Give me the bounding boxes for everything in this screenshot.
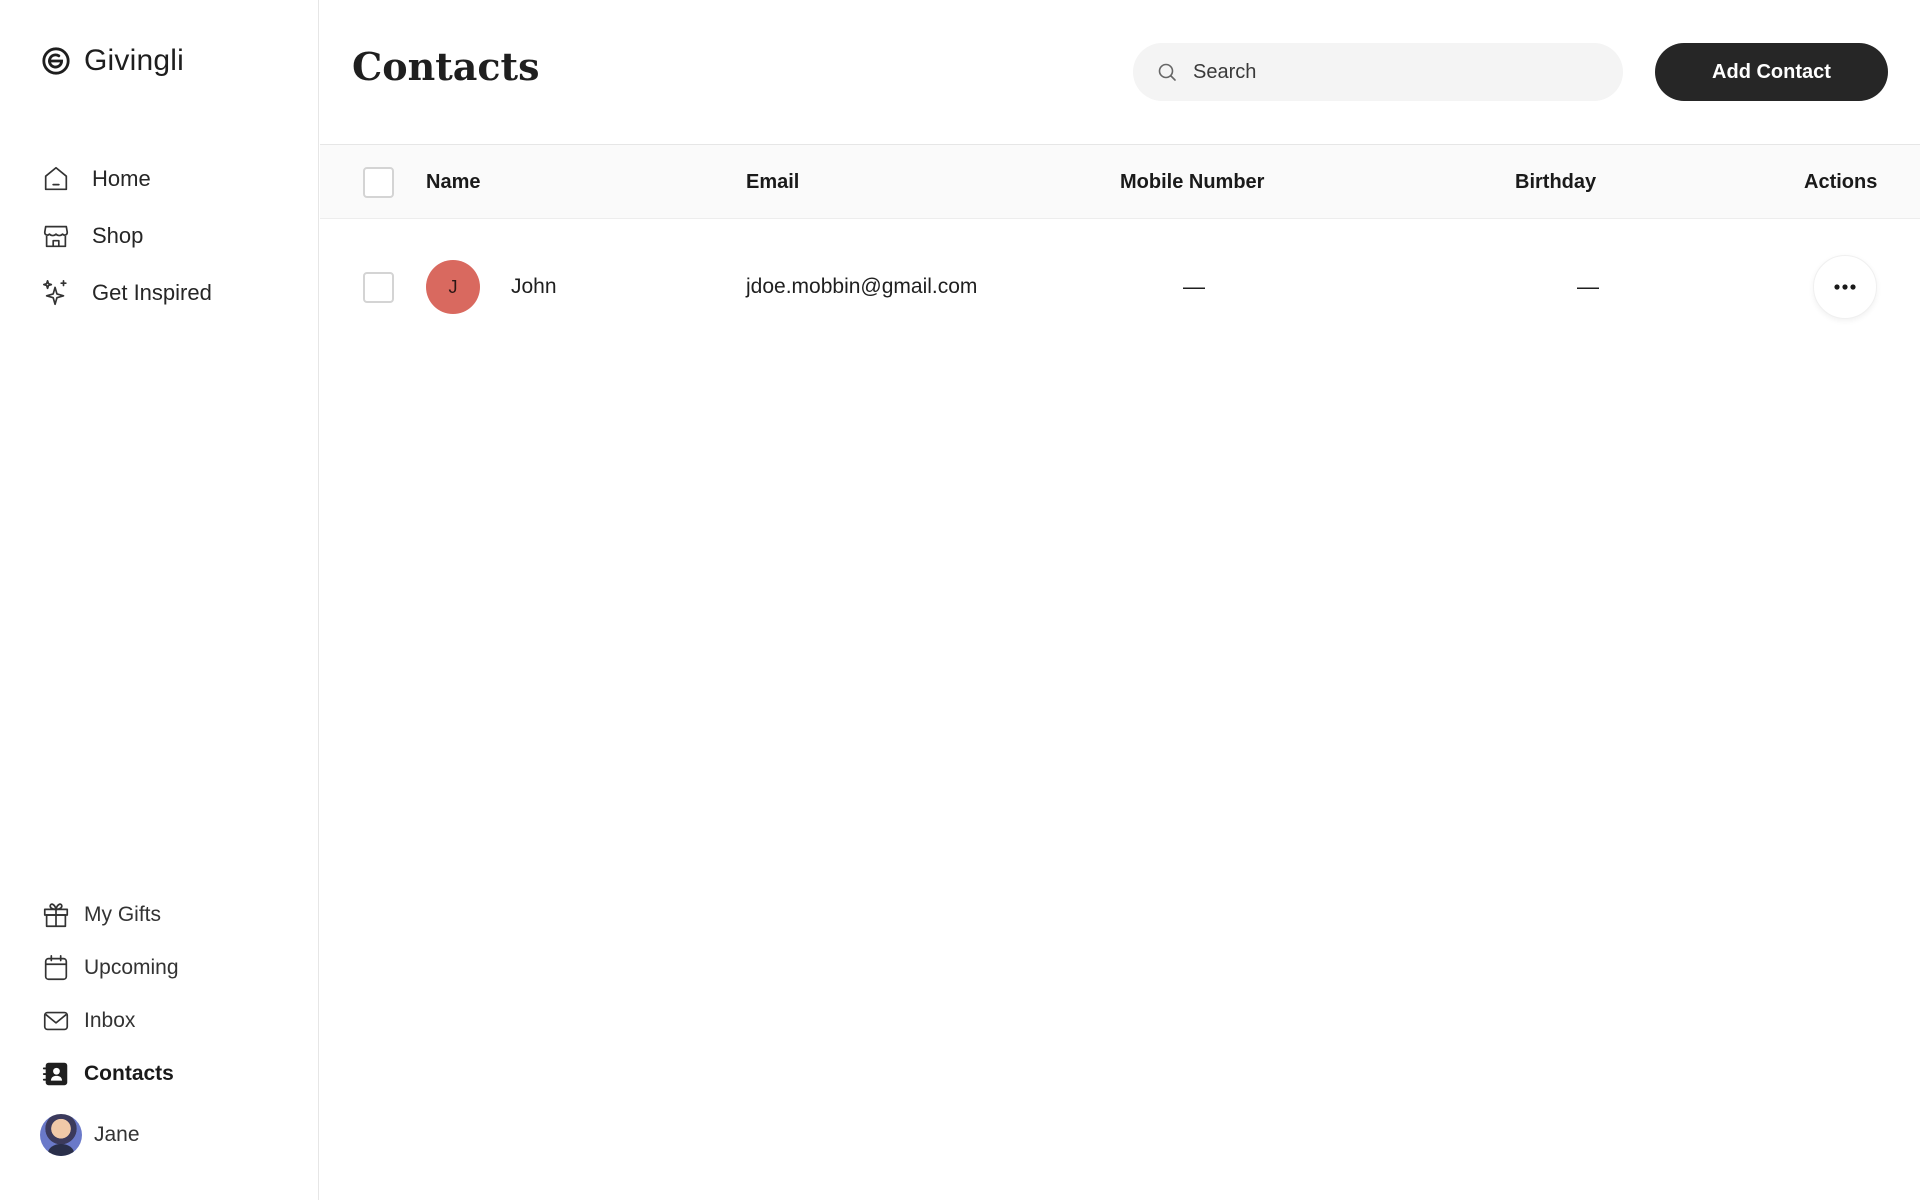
avatar (40, 1114, 82, 1156)
select-all-checkbox[interactable] (363, 166, 394, 198)
logo[interactable]: Givingli (40, 44, 184, 78)
table-header: Name Email Mobile Number Birthday Action… (320, 145, 1920, 219)
mail-icon (40, 1005, 72, 1037)
search-bar[interactable] (1133, 43, 1623, 101)
sidebar-item-label: Contacts (84, 1061, 174, 1085)
contact-name: John (511, 275, 557, 298)
column-header-actions: Actions (1804, 170, 1878, 193)
contact-birthday: — (1577, 274, 1599, 299)
user-profile[interactable]: Jane (40, 1114, 140, 1156)
sidebar-item-inbox[interactable]: Inbox (40, 994, 179, 1047)
row-actions-cell (1813, 219, 1877, 355)
sidebar-item-label: Shop (92, 222, 144, 248)
column-header-name[interactable]: Name (426, 145, 480, 219)
contacts-table: Name Email Mobile Number Birthday Action… (320, 145, 1920, 355)
page-header: Contacts Add Contact (320, 0, 1920, 145)
page-title: Contacts (352, 44, 540, 89)
shop-icon (40, 220, 72, 252)
sidebar: Givingli Home Shop Get Inspired My Gifts… (0, 0, 319, 1200)
sidebar-item-upcoming[interactable]: Upcoming (40, 941, 179, 994)
contact-avatar: J (426, 260, 480, 314)
contact-avatar-cell: J (426, 219, 480, 355)
home-icon (40, 163, 72, 195)
sidebar-item-home[interactable]: Home (40, 150, 212, 207)
column-header-birthday[interactable]: Birthday (1515, 145, 1596, 219)
main-nav: Home Shop Get Inspired (40, 150, 212, 321)
column-header-email[interactable]: Email (746, 145, 799, 219)
row-checkbox[interactable] (363, 271, 394, 303)
user-name: Jane (94, 1123, 140, 1146)
sidebar-item-label: Upcoming (84, 955, 179, 979)
sidebar-item-get-inspired[interactable]: Get Inspired (40, 264, 212, 321)
sidebar-item-contacts[interactable]: Contacts (40, 1047, 179, 1100)
secondary-nav: My Gifts Upcoming Inbox Contacts (40, 888, 179, 1100)
more-actions-button[interactable] (1813, 255, 1877, 319)
sidebar-item-shop[interactable]: Shop (40, 207, 212, 264)
sidebar-item-label: My Gifts (84, 902, 161, 926)
contact-mobile: — (1183, 274, 1205, 299)
contact-email: jdoe.mobbin@gmail.com (746, 275, 978, 298)
column-header-mobile[interactable]: Mobile Number (1120, 145, 1264, 219)
gift-icon (40, 899, 72, 931)
table-row[interactable]: J John jdoe.mobbin@gmail.com — — (320, 219, 1920, 355)
sidebar-item-label: Inbox (84, 1008, 136, 1032)
sidebar-item-my-gifts[interactable]: My Gifts (40, 888, 179, 941)
more-icon (1834, 284, 1856, 290)
add-contact-button[interactable]: Add Contact (1655, 43, 1888, 101)
search-input[interactable] (1193, 60, 1593, 84)
sparkles-icon (40, 277, 72, 309)
search-icon (1157, 62, 1177, 82)
sidebar-item-label: Get Inspired (92, 279, 212, 305)
select-all-cell (363, 145, 394, 219)
app-name: Givingli (84, 44, 184, 77)
givingli-logo-icon (40, 45, 72, 77)
sidebar-item-label: Home (92, 165, 151, 191)
calendar-icon (40, 952, 72, 984)
row-select-cell (363, 219, 394, 355)
contacts-icon (40, 1058, 72, 1090)
